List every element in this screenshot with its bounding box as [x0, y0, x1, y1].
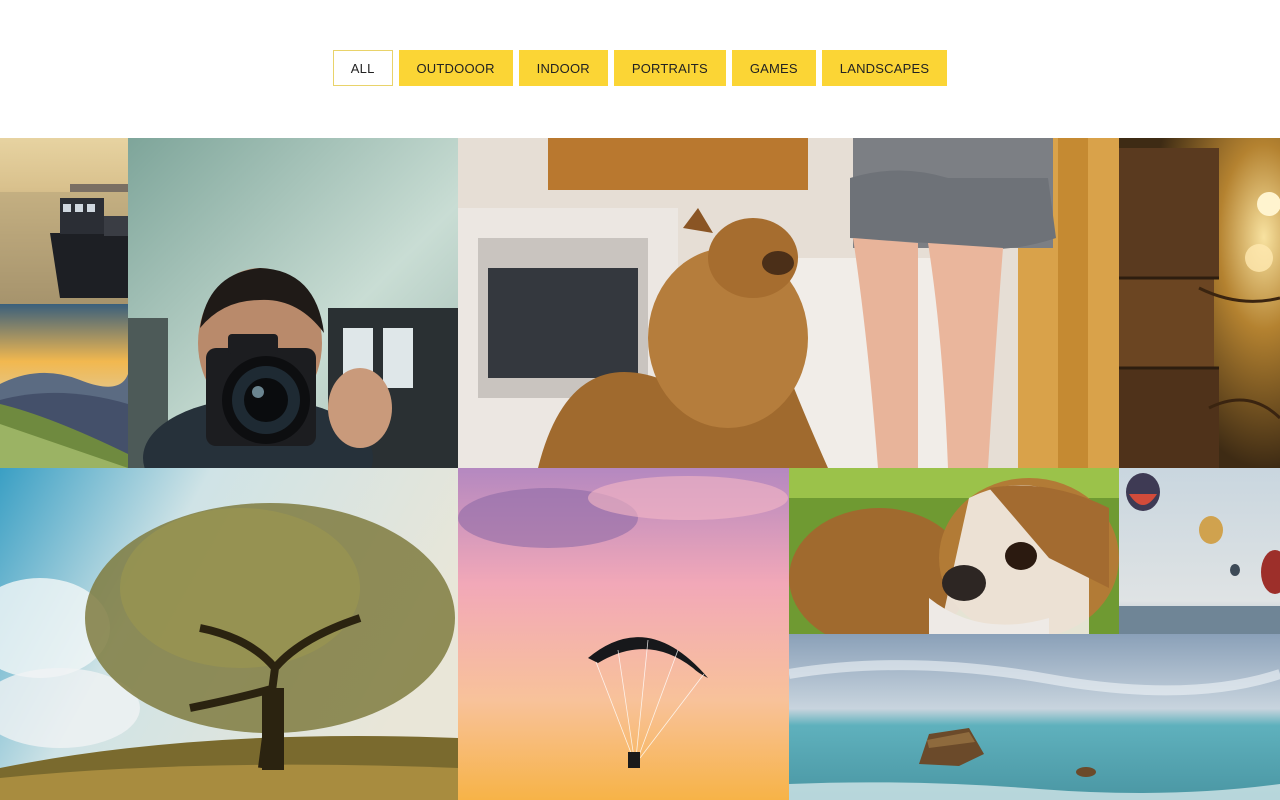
filter-indoor-button[interactable]: INDOOR [518, 50, 608, 86]
filter-portraits-button[interactable]: PORTRAITS [613, 50, 726, 86]
photo-sea-rock[interactable] [789, 634, 1280, 800]
filter-landscapes-button[interactable]: LANDSCAPES [821, 50, 948, 86]
photo-paraglider[interactable] [458, 468, 789, 800]
photo-gallery [0, 138, 1280, 800]
photo-ferry-boat[interactable] [0, 138, 128, 304]
filter-games-button[interactable]: GAMES [731, 50, 816, 86]
photo-mountain-sunset[interactable] [0, 304, 128, 468]
photo-hot-air-balloons[interactable] [1119, 468, 1280, 634]
filter-outdoor-button[interactable]: OUTDOOOR [398, 50, 513, 86]
photo-dog-kitchen[interactable] [458, 138, 1119, 468]
photo-brick-lights[interactable] [1119, 138, 1280, 468]
filter-all-button[interactable]: ALL [332, 50, 393, 86]
filter-bar: ALL OUTDOOOR INDOOR PORTRAITS GAMES LAND… [0, 50, 1280, 86]
photo-lone-tree[interactable] [0, 468, 458, 800]
photo-camera-selfie[interactable] [128, 138, 458, 468]
photo-bulldog[interactable] [789, 468, 1119, 634]
